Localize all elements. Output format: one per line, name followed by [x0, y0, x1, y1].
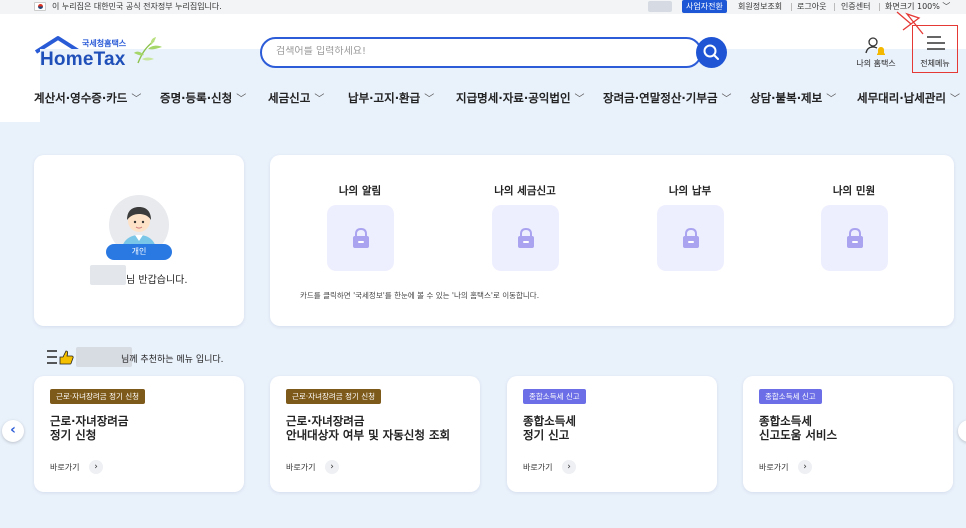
logout-link[interactable]: 로그아웃 [797, 1, 826, 12]
nav-item-label: 장려금·연말정산·기부금 [603, 91, 718, 105]
nav-item-label: 세무대리·납세관리 [857, 91, 947, 105]
chevron-down-icon: ﹀ [942, 2, 951, 11]
my-tax-return-item[interactable]: 나의 세금신고 [465, 183, 585, 283]
nav-item-receipts[interactable]: 계산서·영수증·카드 ﹀ [34, 90, 141, 106]
lock-icon [518, 227, 534, 248]
my-hometax-label: 나의 홈택스 [856, 59, 896, 68]
nav-item-label: 납부·고지·환급 [348, 91, 421, 105]
divider [834, 3, 835, 11]
nav-item-consulting[interactable]: 상담·불복·제보 ﹀ [750, 90, 836, 106]
my-petition-item[interactable]: 나의 민원 [794, 183, 914, 283]
redacted-user-name [90, 265, 126, 285]
chevron-down-icon: ﹀ [314, 94, 325, 105]
business-switch-button[interactable]: 사업자전환 [682, 0, 727, 13]
recommend-card[interactable]: 근로·자녀장려금 정기 신청 근로·자녀장려금 안내대상자 여부 및 자동신청 … [270, 376, 480, 492]
my-tax-return-tile [492, 205, 559, 271]
my-alerts-tile [327, 205, 394, 271]
main-content: 개인 님 반갑습니다. 나의 알림 나의 세금신고 나의 납부 나의 민원 카드… [0, 122, 966, 528]
my-payment-title: 나의 납부 [668, 185, 712, 197]
chevron-left-icon: ‹ [10, 422, 16, 438]
nav-item-certificates[interactable]: 증명·등록·신청 ﹀ [160, 90, 246, 106]
nav-item-payment[interactable]: 납부·고지·환급 ﹀ [348, 90, 434, 106]
category-tag: 근로·자녀장려금 정기 신청 [286, 389, 382, 404]
my-payment-item[interactable]: 나의 납부 [630, 183, 750, 283]
profile-card: 개인 님 반갑습니다. [34, 155, 244, 326]
user-type-badge: 개인 [106, 244, 172, 260]
chevron-right-icon[interactable]: › [798, 460, 812, 474]
card-title-line2: 정기 신고 [523, 428, 570, 442]
card-title-line2: 안내대상자 여부 및 자동신청 조회 [286, 428, 451, 442]
menu-icon [927, 36, 945, 50]
chevron-down-icon: ﹀ [721, 94, 732, 105]
lock-icon [353, 227, 369, 248]
chevron-right-icon[interactable]: › [89, 460, 103, 474]
plant-decoration-icon [134, 37, 162, 64]
chevron-down-icon: ﹀ [424, 94, 435, 105]
my-petition-title: 나의 민원 [832, 185, 876, 197]
chevron-down-icon: ﹀ [574, 94, 585, 105]
lock-icon [847, 227, 863, 248]
shortcut-link[interactable]: 바로가기 [759, 462, 788, 473]
recommend-card[interactable]: 종합소득세 신고 종합소득세 신고도움 서비스 바로가기 › [743, 376, 953, 492]
chevron-down-icon: ﹀ [131, 94, 142, 105]
search-button[interactable] [696, 37, 727, 68]
person-bell-icon [865, 37, 885, 55]
my-petition-tile [821, 205, 888, 271]
greeting-text: 님 반갑습니다. [126, 275, 188, 286]
nav-item-incentives[interactable]: 장려금·연말정산·기부금 ﹀ [603, 90, 732, 106]
chevron-right-icon[interactable]: › [562, 460, 576, 474]
member-info-link[interactable]: 회원정보조회 [738, 1, 782, 12]
my-hometax-card: 나의 알림 나의 세금신고 나의 납부 나의 민원 카드를 클릭하면 '국세정보… [270, 155, 954, 326]
recommend-title-text: 님께 추천하는 메뉴 입니다. [121, 355, 224, 365]
search-input[interactable] [276, 46, 676, 57]
nav-item-tax-agent[interactable]: 세무대리·납세관리 ﹀ [857, 90, 960, 106]
chevron-down-icon: ﹀ [236, 94, 247, 105]
category-tag: 근로·자녀장려금 정기 신청 [50, 389, 146, 404]
chevron-right-icon[interactable]: › [325, 460, 339, 474]
shortcut-link[interactable]: 바로가기 [50, 462, 79, 473]
red-annotation-mark-icon [896, 11, 924, 35]
redacted-user-info [648, 1, 672, 12]
main-navigation: 계산서·영수증·카드 ﹀ 증명·등록·신청 ﹀ 세금신고 ﹀ 납부·고지·환급 ﹀ 지급… [0, 84, 966, 112]
gov-notice[interactable]: 이 누리집은 대한민국 공식 전자정부 누리집입니다. [52, 1, 222, 12]
my-tax-return-title: 나의 세금신고 [494, 185, 556, 197]
category-tag: 종합소득세 신고 [759, 389, 822, 404]
top-utility-bar: 이 누리집은 대한민국 공식 전자정부 누리집입니다. 사업자전환 회원정보조회… [0, 0, 966, 14]
shortcut-link[interactable]: 바로가기 [523, 462, 552, 473]
carousel-prev-button[interactable]: ‹ [2, 420, 24, 442]
recommend-card[interactable]: 종합소득세 신고 종합소득세 정기 신고 바로가기 › [507, 376, 717, 492]
card-title-line2: 정기 신청 [50, 428, 97, 442]
nav-item-tax-return[interactable]: 세금신고 ﹀ [268, 90, 324, 106]
search-box [260, 37, 702, 68]
chevron-down-icon: ﹀ [826, 94, 837, 105]
all-menu-label: 전체메뉴 [920, 59, 950, 68]
my-hometax-button[interactable]: 나의 홈택스 [848, 36, 904, 70]
divider [879, 3, 880, 11]
card-title-line2: 신고도움 서비스 [759, 428, 838, 442]
thumbs-up-list-icon [47, 350, 74, 365]
nav-item-label: 계산서·영수증·카드 [34, 91, 128, 105]
chevron-down-icon: ﹀ [950, 94, 961, 105]
card-hint-text: 카드를 클릭하면 '국세정보'를 한눈에 볼 수 있는 '나의 홈택스'로 이동… [300, 291, 540, 300]
logo-subtitle: 국세청홈택스 [82, 39, 127, 48]
nav-item-label: 상담·불복·제보 [750, 91, 823, 105]
my-alerts-item[interactable]: 나의 알림 [300, 183, 420, 283]
divider [791, 3, 792, 11]
korea-flag-icon [34, 2, 46, 11]
nav-item-label: 세금신고 [268, 91, 311, 105]
my-payment-tile [657, 205, 724, 271]
nav-item-statements[interactable]: 지급명세·자료·공익법인 ﹀ [456, 90, 585, 106]
search-icon [703, 44, 719, 60]
category-tag: 종합소득세 신고 [523, 389, 586, 404]
cert-center-link[interactable]: 인증센터 [841, 1, 870, 12]
hometax-logo[interactable]: 국세청홈택스 HomeTax [34, 33, 966, 455]
carousel-next-button[interactable] [958, 420, 966, 442]
shortcut-link[interactable]: 바로가기 [286, 462, 315, 473]
recommend-card[interactable]: 근로·자녀장려금 정기 신청 근로·자녀장려금 정기 신청 바로가기 › [34, 376, 244, 492]
nav-item-label: 지급명세·자료·공익법인 [456, 91, 571, 105]
lock-icon [683, 227, 699, 248]
my-alerts-title: 나의 알림 [338, 185, 382, 197]
nav-item-label: 증명·등록·신청 [160, 91, 233, 105]
